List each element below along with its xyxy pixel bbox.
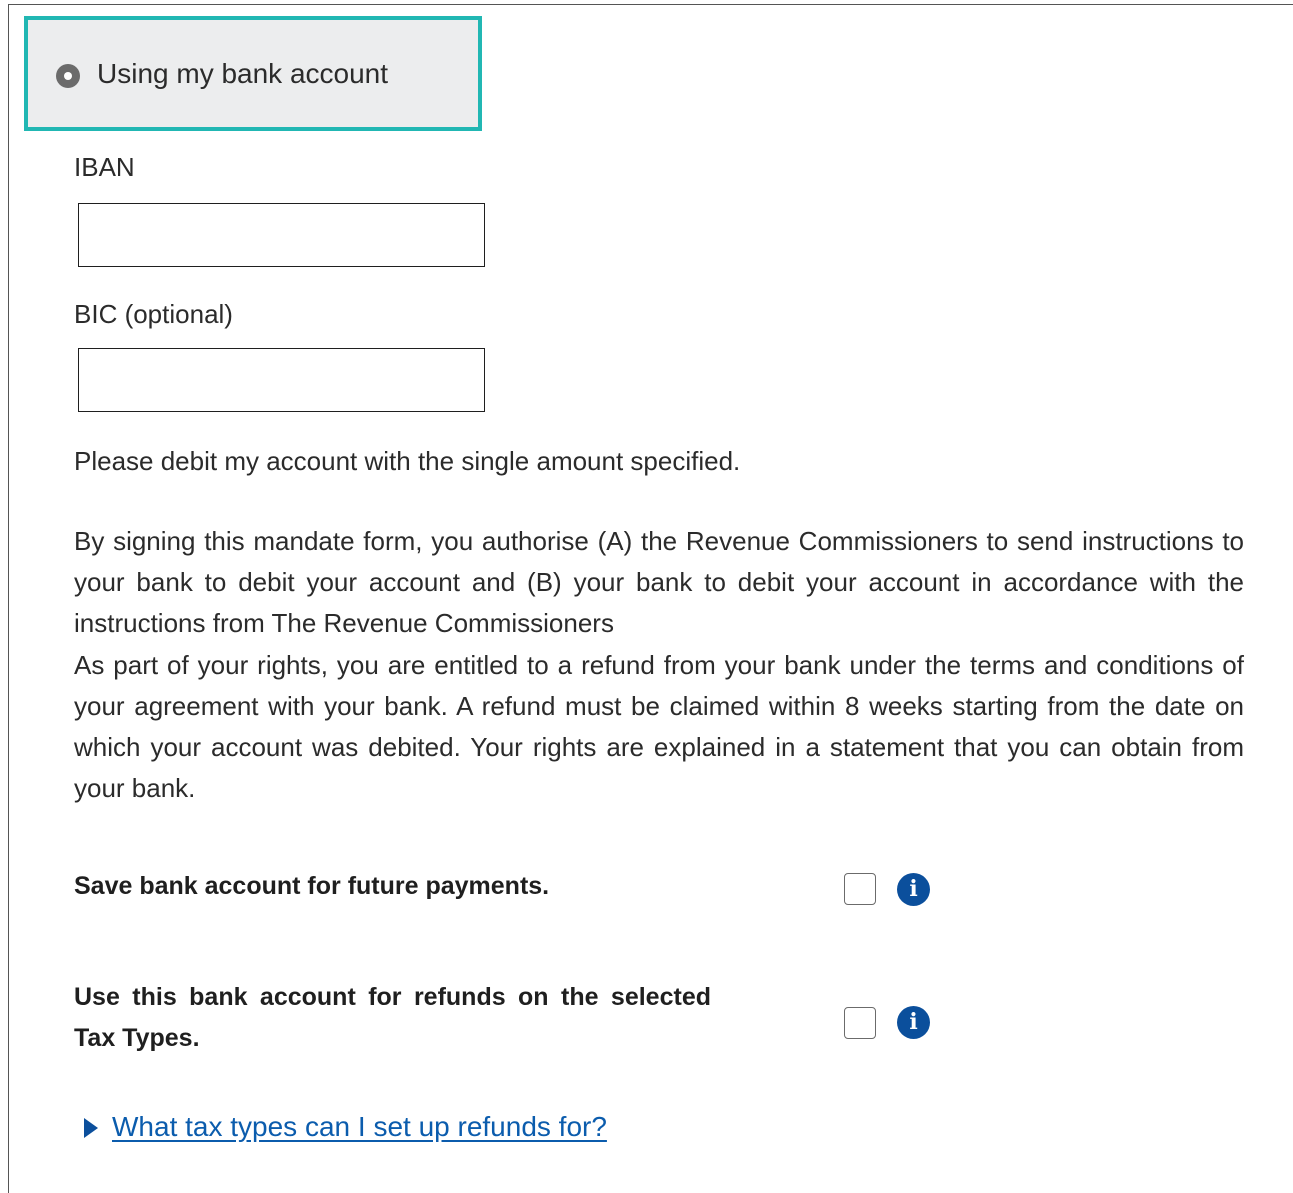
mandate-paragraph: By signing this mandate form, you author… bbox=[74, 526, 1244, 638]
save-account-info-icon[interactable]: i bbox=[897, 873, 930, 906]
radio-option-label: Using my bank account bbox=[97, 58, 389, 89]
save-account-checkbox[interactable] bbox=[844, 873, 876, 905]
iban-label: IBAN bbox=[74, 152, 135, 182]
debit-instruction-text: Please debit my account with the single … bbox=[74, 446, 741, 476]
bic-input[interactable] bbox=[78, 348, 485, 412]
bank-account-radio-option[interactable]: Using my bank account bbox=[24, 16, 482, 131]
tax-types-link[interactable]: What tax types can I set up refunds for? bbox=[112, 1111, 607, 1142]
refunds-checkbox[interactable] bbox=[844, 1007, 876, 1039]
caret-right-icon[interactable] bbox=[84, 1117, 98, 1138]
iban-input[interactable] bbox=[78, 203, 485, 267]
refunds-info-icon[interactable]: i bbox=[897, 1006, 930, 1039]
refunds-label: Use this bank account for refunds on the… bbox=[74, 983, 711, 1052]
tax-types-disclosure[interactable]: What tax types can I set up refunds for? bbox=[84, 1111, 607, 1143]
rights-paragraph: As part of your rights, you are entitled… bbox=[74, 650, 1244, 803]
bic-label: BIC (optional) bbox=[74, 299, 233, 329]
save-account-label: Save bank account for future payments. bbox=[74, 872, 550, 900]
radio-selected-icon[interactable] bbox=[56, 64, 80, 88]
